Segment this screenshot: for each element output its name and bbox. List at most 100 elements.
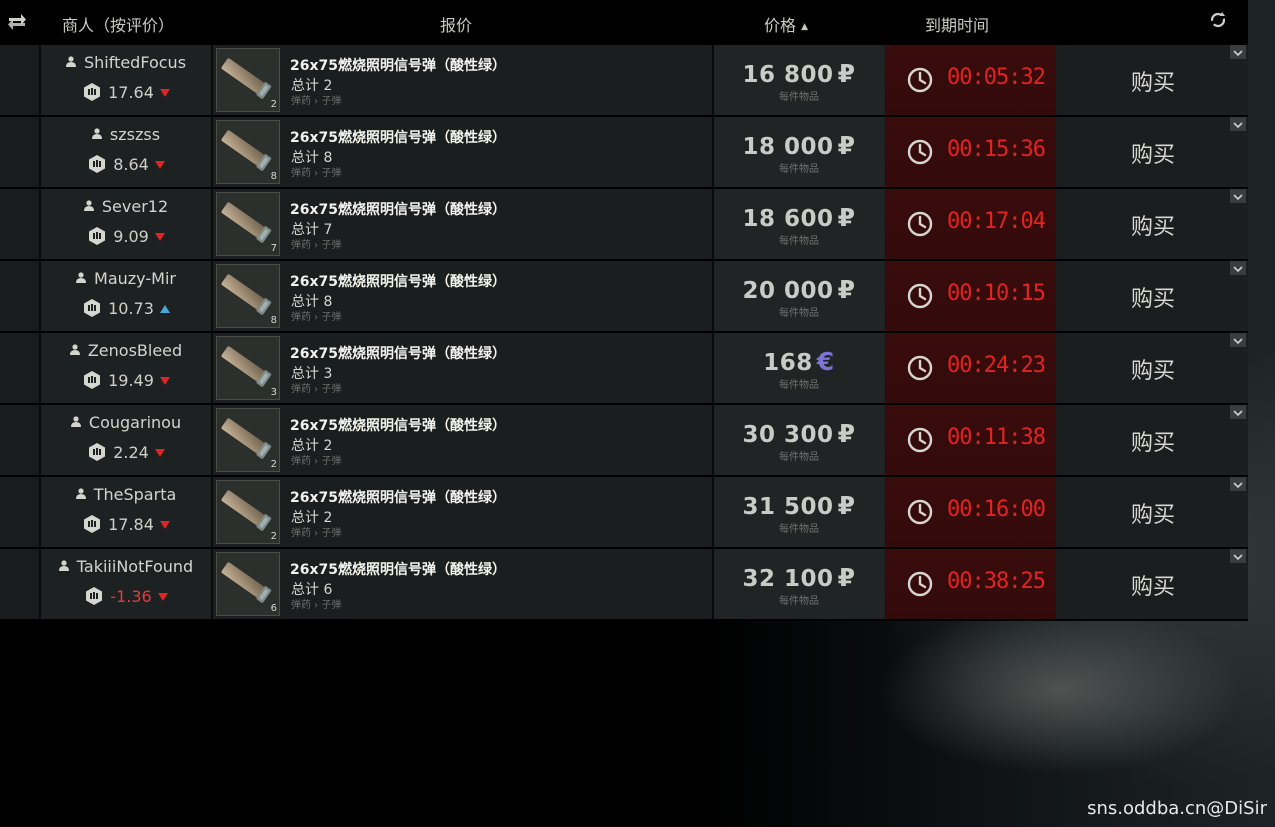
buy-button[interactable]: 购买 xyxy=(1058,477,1248,547)
price-line: 18 600 ₽ xyxy=(714,203,884,232)
price-cell: 18 000 ₽ 每件物品 xyxy=(714,117,884,187)
expand-row-button[interactable] xyxy=(1230,405,1246,419)
item-stack-count: 3 xyxy=(270,387,277,398)
item-stack-count: 2 xyxy=(270,99,277,110)
item-name[interactable]: 26x75燃烧照明信号弹（酸性绿） xyxy=(290,55,506,75)
seller-name: Cougarinou xyxy=(88,413,182,432)
seller-name-line[interactable]: Cougarinou xyxy=(41,413,211,432)
item-thumbnail[interactable]: 2 xyxy=(216,408,280,472)
offer-row[interactable]: Sever12 9.09 7 26x75燃烧照明信号弹（酸性绿） 总计 7 弹药… xyxy=(0,189,1248,261)
user-icon xyxy=(75,488,86,499)
reload-icon[interactable] xyxy=(1208,10,1228,30)
offer-row[interactable]: TakiiiNotFound -1.36 6 26x75燃烧照明信号弹（酸性绿）… xyxy=(0,549,1248,621)
seller-name: TakiiiNotFound xyxy=(76,557,194,576)
expand-row-button[interactable] xyxy=(1230,117,1246,131)
chevron-down-icon xyxy=(1233,194,1243,201)
seller-rating-line: 19.49 xyxy=(41,370,211,390)
reputation-icon xyxy=(86,587,103,605)
item-thumbnail[interactable]: 8 xyxy=(216,264,280,328)
item-thumbnail[interactable]: 2 xyxy=(216,480,280,544)
row-lead-cell xyxy=(0,45,41,115)
buy-label: 购买 xyxy=(1130,215,1175,240)
chevron-down-icon xyxy=(1233,482,1243,489)
clock-icon xyxy=(907,67,933,93)
expand-row-button[interactable] xyxy=(1230,45,1246,59)
swap-refresh-icon[interactable] xyxy=(6,12,28,32)
offers-list: ShiftedFocus 17.64 2 26x75燃烧照明信号弹（酸性绿） 总… xyxy=(0,45,1248,621)
item-thumbnail[interactable]: 7 xyxy=(216,192,280,256)
item-thumbnail[interactable]: 6 xyxy=(216,552,280,616)
seller-name-line[interactable]: szszss xyxy=(41,125,211,144)
seller-name-line[interactable]: TheSparta xyxy=(41,485,211,504)
item-thumbnail[interactable]: 3 xyxy=(216,336,280,400)
expand-row-button[interactable] xyxy=(1230,261,1246,275)
buy-button[interactable]: 购买 xyxy=(1058,261,1248,331)
seller-name-line[interactable]: ShiftedFocus xyxy=(41,53,211,72)
price-line: 16 800 ₽ xyxy=(714,59,884,88)
item-thumbnail[interactable]: 2 xyxy=(216,48,280,112)
seller-name-line[interactable]: ZenosBleed xyxy=(41,341,211,360)
watermark: sns.oddba.cn@DiSir xyxy=(1087,798,1267,819)
expand-row-button[interactable] xyxy=(1230,333,1246,347)
reputation-icon xyxy=(89,155,106,173)
offer-row[interactable]: szszss 8.64 8 26x75燃烧照明信号弹（酸性绿） 总计 8 弹药 … xyxy=(0,117,1248,189)
price-cell: 20 000 ₽ 每件物品 xyxy=(714,261,884,331)
offer-row[interactable]: Cougarinou 2.24 2 26x75燃烧照明信号弹（酸性绿） 总计 2… xyxy=(0,405,1248,477)
seller-rating-line: 9.09 xyxy=(41,226,211,246)
expiry-cell: 00:24:23 xyxy=(885,333,1056,403)
item-name[interactable]: 26x75燃烧照明信号弹（酸性绿） xyxy=(290,127,506,147)
seller-rating: 19.49 xyxy=(108,371,154,390)
seller-column-header[interactable]: 商人（按评价） xyxy=(62,12,174,36)
offer-row[interactable]: Mauzy-Mir 10.73 8 26x75燃烧照明信号弹（酸性绿） 总计 8… xyxy=(0,261,1248,333)
expiry-column-header[interactable]: 到期时间 xyxy=(925,12,989,36)
rouble-currency-icon: ₽ xyxy=(837,59,856,88)
price-line: 20 000 ₽ xyxy=(714,275,884,304)
buy-button[interactable]: 购买 xyxy=(1058,405,1248,475)
buy-button[interactable]: 购买 xyxy=(1058,45,1248,115)
seller-name-line[interactable]: TakiiiNotFound xyxy=(41,557,211,576)
seller-rating: 9.09 xyxy=(113,227,149,246)
trend-up-icon xyxy=(159,305,170,313)
trend-down-icon xyxy=(154,161,165,169)
chevron-down-icon xyxy=(1233,122,1243,129)
expand-row-button[interactable] xyxy=(1230,549,1246,563)
price-per-item-label: 每件物品 xyxy=(779,596,819,607)
price-per-item-label: 每件物品 xyxy=(779,452,819,463)
user-icon xyxy=(91,128,102,139)
expiry-timer: 00:17:04 xyxy=(947,209,1046,234)
item-name[interactable]: 26x75燃烧照明信号弹（酸性绿） xyxy=(290,271,506,291)
expiry-cell: 00:17:04 xyxy=(885,189,1056,259)
offer-row[interactable]: ZenosBleed 19.49 3 26x75燃烧照明信号弹（酸性绿） 总计 … xyxy=(0,333,1248,405)
seller-cell: Cougarinou 2.24 xyxy=(41,405,213,475)
row-lead-cell xyxy=(0,477,41,547)
seller-name-line[interactable]: Sever12 xyxy=(41,197,211,216)
buy-button[interactable]: 购买 xyxy=(1058,189,1248,259)
offer-cell: 7 26x75燃烧照明信号弹（酸性绿） 总计 7 弹药 › 子弹 xyxy=(213,189,714,259)
item-name[interactable]: 26x75燃烧照明信号弹（酸性绿） xyxy=(290,343,506,363)
offer-row[interactable]: TheSparta 17.84 2 26x75燃烧照明信号弹（酸性绿） 总计 2… xyxy=(0,477,1248,549)
item-stack-count: 7 xyxy=(270,243,277,254)
sort-ascending-icon: ▲ xyxy=(801,22,809,32)
seller-rating-line: 2.24 xyxy=(41,442,211,462)
buy-button[interactable]: 购买 xyxy=(1058,117,1248,187)
chevron-down-icon xyxy=(1233,554,1243,561)
buy-button[interactable]: 购买 xyxy=(1058,333,1248,403)
seller-name: ZenosBleed xyxy=(87,341,183,360)
seller-name-line[interactable]: Mauzy-Mir xyxy=(41,269,211,288)
clock-icon xyxy=(907,211,933,237)
item-name[interactable]: 26x75燃烧照明信号弹（酸性绿） xyxy=(290,559,506,579)
item-name[interactable]: 26x75燃烧照明信号弹（酸性绿） xyxy=(290,415,506,435)
price-column-header[interactable]: 价格 ▲ xyxy=(764,12,808,36)
buy-button[interactable]: 购买 xyxy=(1058,549,1248,619)
expand-row-button[interactable] xyxy=(1230,477,1246,491)
item-name[interactable]: 26x75燃烧照明信号弹（酸性绿） xyxy=(290,199,506,219)
seller-rating-line: 10.73 xyxy=(41,298,211,318)
item-thumbnail[interactable]: 8 xyxy=(216,120,280,184)
expiry-cell: 00:10:15 xyxy=(885,261,1056,331)
seller-cell: TheSparta 17.84 xyxy=(41,477,213,547)
item-name[interactable]: 26x75燃烧照明信号弹（酸性绿） xyxy=(290,487,506,507)
offer-row[interactable]: ShiftedFocus 17.64 2 26x75燃烧照明信号弹（酸性绿） 总… xyxy=(0,45,1248,117)
row-lead-cell xyxy=(0,261,41,331)
expand-row-button[interactable] xyxy=(1230,189,1246,203)
reputation-icon xyxy=(84,299,101,317)
